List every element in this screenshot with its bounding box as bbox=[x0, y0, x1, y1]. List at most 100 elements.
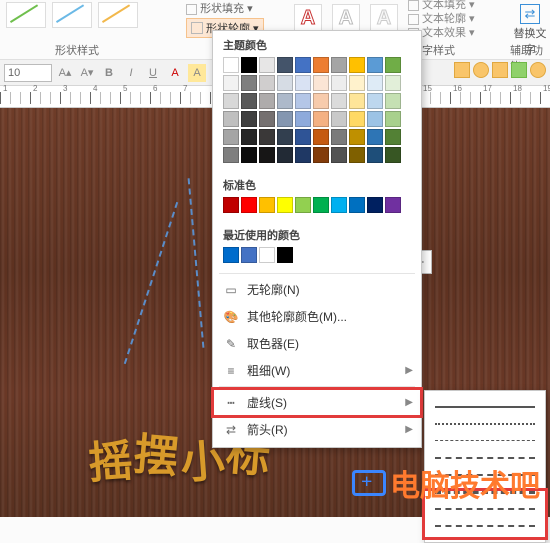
color-swatch[interactable] bbox=[277, 197, 293, 213]
color-swatch[interactable] bbox=[331, 147, 347, 163]
color-swatch[interactable] bbox=[223, 129, 239, 145]
arrows-item[interactable]: ⇄ 箭头(R) ▶ bbox=[213, 416, 421, 443]
color-swatch[interactable] bbox=[259, 57, 275, 73]
color-swatch[interactable] bbox=[331, 57, 347, 73]
weight-item[interactable]: ≡ 粗细(W) ▶ bbox=[213, 357, 421, 384]
color-swatch[interactable] bbox=[259, 75, 275, 91]
quick-shape-ellipse[interactable] bbox=[530, 62, 546, 78]
color-swatch[interactable] bbox=[331, 75, 347, 91]
color-swatch[interactable] bbox=[223, 93, 239, 109]
font-color-icon[interactable]: A bbox=[166, 64, 184, 82]
shape-style-gallery[interactable] bbox=[0, 2, 180, 32]
color-swatch[interactable] bbox=[277, 129, 293, 145]
shape-fill-button[interactable]: 形状填充 ▾ bbox=[186, 0, 253, 16]
color-swatch[interactable] bbox=[223, 57, 239, 73]
color-swatch[interactable] bbox=[349, 111, 365, 127]
quick-shape-rect2[interactable] bbox=[492, 62, 508, 78]
color-swatch[interactable] bbox=[367, 57, 383, 73]
color-swatch[interactable] bbox=[367, 75, 383, 91]
underline-icon[interactable]: U bbox=[144, 64, 162, 82]
color-swatch[interactable] bbox=[223, 111, 239, 127]
color-swatch[interactable] bbox=[349, 57, 365, 73]
text-outline-button[interactable]: 文本轮廓 ▾ bbox=[408, 12, 475, 26]
color-swatch[interactable] bbox=[349, 75, 365, 91]
color-swatch[interactable] bbox=[349, 129, 365, 145]
color-swatch[interactable] bbox=[385, 197, 401, 213]
quick-shape-circle[interactable] bbox=[473, 62, 489, 78]
color-swatch[interactable] bbox=[277, 93, 293, 109]
text-fill-button[interactable]: 文本填充 ▾ bbox=[408, 0, 475, 12]
color-swatch[interactable] bbox=[349, 197, 365, 213]
quick-shape-rect[interactable] bbox=[454, 62, 470, 78]
color-swatch[interactable] bbox=[313, 129, 329, 145]
color-swatch[interactable] bbox=[385, 147, 401, 163]
color-swatch[interactable] bbox=[241, 111, 257, 127]
color-swatch[interactable] bbox=[295, 129, 311, 145]
color-swatch[interactable] bbox=[313, 111, 329, 127]
shape-style-preset-3[interactable] bbox=[98, 2, 138, 28]
highlight-icon[interactable]: A bbox=[188, 64, 206, 82]
color-swatch[interactable] bbox=[367, 147, 383, 163]
quick-shape-green[interactable] bbox=[511, 62, 527, 78]
color-swatch[interactable] bbox=[241, 129, 257, 145]
color-swatch[interactable] bbox=[241, 75, 257, 91]
color-swatch[interactable] bbox=[313, 147, 329, 163]
color-swatch[interactable] bbox=[241, 93, 257, 109]
color-swatch[interactable] bbox=[295, 147, 311, 163]
color-swatch[interactable] bbox=[223, 147, 239, 163]
color-swatch[interactable] bbox=[313, 57, 329, 73]
color-swatch[interactable] bbox=[385, 57, 401, 73]
color-swatch[interactable] bbox=[259, 147, 275, 163]
color-swatch[interactable] bbox=[241, 197, 257, 213]
color-swatch[interactable] bbox=[223, 75, 239, 91]
color-swatch[interactable] bbox=[313, 197, 329, 213]
color-swatch[interactable] bbox=[277, 111, 293, 127]
decrease-font-icon[interactable]: A▾ bbox=[78, 64, 96, 82]
shape-style-preset-1[interactable] bbox=[6, 2, 46, 28]
color-swatch[interactable] bbox=[367, 111, 383, 127]
dashes-item[interactable]: ┅ 虚线(S) ▶ bbox=[213, 389, 421, 416]
wordart-preset-2[interactable]: A bbox=[332, 4, 360, 32]
color-swatch[interactable] bbox=[277, 75, 293, 91]
color-swatch[interactable] bbox=[385, 75, 401, 91]
wordart-gallery[interactable]: A A A bbox=[294, 4, 398, 32]
color-swatch[interactable] bbox=[313, 75, 329, 91]
color-swatch[interactable] bbox=[367, 197, 383, 213]
color-swatch[interactable] bbox=[223, 197, 239, 213]
dash-option-round-dot[interactable] bbox=[433, 417, 537, 431]
color-swatch[interactable] bbox=[331, 111, 347, 127]
color-swatch[interactable] bbox=[259, 129, 275, 145]
dash-option-long-dash-dot-dot[interactable] bbox=[433, 519, 537, 533]
color-swatch[interactable] bbox=[259, 197, 275, 213]
wordart-preset-3[interactable]: A bbox=[370, 4, 398, 32]
color-swatch[interactable] bbox=[295, 75, 311, 91]
color-swatch[interactable] bbox=[295, 197, 311, 213]
color-swatch[interactable] bbox=[223, 247, 239, 263]
color-swatch[interactable] bbox=[241, 147, 257, 163]
color-swatch[interactable] bbox=[385, 93, 401, 109]
wordart-preset-1[interactable]: A bbox=[294, 4, 322, 32]
color-swatch[interactable] bbox=[349, 93, 365, 109]
color-swatch[interactable] bbox=[331, 93, 347, 109]
bold-icon[interactable]: B bbox=[100, 64, 118, 82]
color-swatch[interactable] bbox=[295, 57, 311, 73]
color-swatch[interactable] bbox=[295, 111, 311, 127]
color-swatch[interactable] bbox=[385, 111, 401, 127]
color-swatch[interactable] bbox=[259, 247, 275, 263]
italic-icon[interactable]: I bbox=[122, 64, 140, 82]
no-outline-item[interactable]: ▭ 无轮廓(N) bbox=[213, 276, 421, 303]
color-swatch[interactable] bbox=[367, 93, 383, 109]
color-swatch[interactable] bbox=[277, 147, 293, 163]
more-outline-colors-item[interactable]: 🎨 其他轮廓颜色(M)... bbox=[213, 303, 421, 330]
eyedropper-item[interactable]: ✎ 取色器(E) bbox=[213, 330, 421, 357]
increase-font-icon[interactable]: A▴ bbox=[56, 64, 74, 82]
dash-option-square-dot[interactable] bbox=[433, 434, 537, 448]
shape-style-preset-2[interactable] bbox=[52, 2, 92, 28]
color-swatch[interactable] bbox=[259, 93, 275, 109]
color-swatch[interactable] bbox=[331, 129, 347, 145]
dash-option-solid[interactable] bbox=[433, 400, 537, 414]
color-swatch[interactable] bbox=[241, 57, 257, 73]
color-swatch[interactable] bbox=[367, 129, 383, 145]
color-swatch[interactable] bbox=[277, 247, 293, 263]
color-swatch[interactable] bbox=[259, 111, 275, 127]
